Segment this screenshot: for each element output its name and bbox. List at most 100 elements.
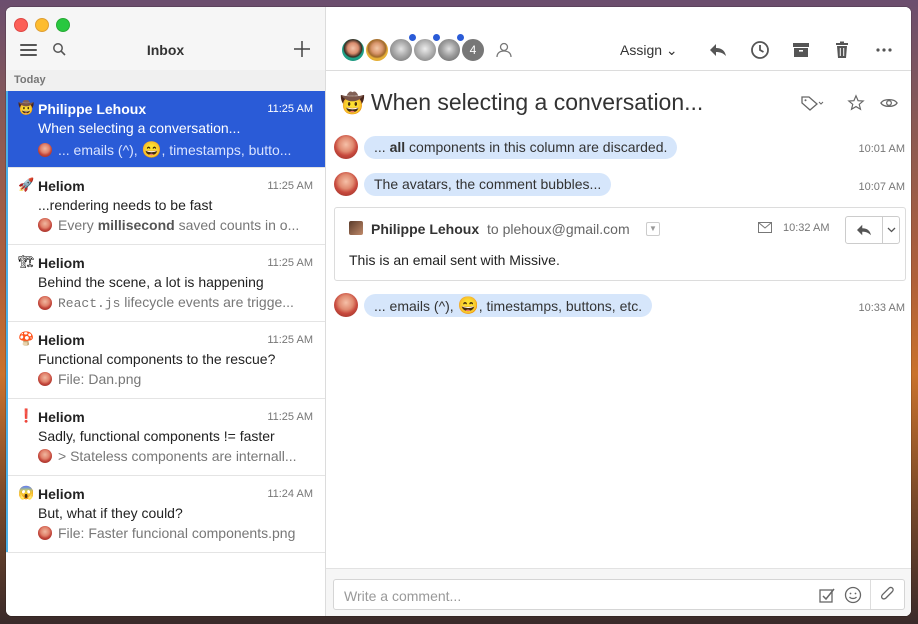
emoji-picker-icon[interactable] [844,586,862,604]
participant-avatar[interactable] [388,37,414,63]
conversation-emoji-icon: 🏗 [18,254,35,269]
preview-text: , timestamps, butto... [161,142,292,158]
comment-bubble: ... all components in this column are di… [364,136,678,159]
comment-text: ... [374,139,390,155]
minimize-window-button[interactable] [35,18,49,32]
snooze-clock-icon[interactable] [750,40,770,60]
conversation-preview: ... emails (^), 😄, timestamps, butto... [38,140,316,160]
participant-avatar[interactable] [436,37,462,63]
reply-icon[interactable] [708,40,728,60]
comment-text: ... emails (^), [374,298,458,314]
conversation-subject: When selecting a conversation... [38,120,241,136]
comment-text: The avatars, the comment bubbles... [374,176,602,192]
conversation-emoji-icon: 😱 [18,485,35,500]
conversation-item[interactable]: 🏗 Heliom 11:25 AM Behind the scene, a lo… [6,245,325,322]
participant-avatar[interactable] [364,37,390,63]
conversation-preview: File: Faster funcional components.png [38,525,316,541]
participant-avatar[interactable]: 4 [460,37,486,63]
reply-icon [857,224,871,236]
conversation-item[interactable]: 🚀 Heliom 11:25 AM ...rendering needs to … [6,168,325,245]
close-window-button[interactable] [14,18,28,32]
conversation-sender: Philippe Lehoux [38,101,147,117]
conversation-item[interactable]: 🍄 Heliom 11:25 AM Functional components … [6,322,325,399]
conversation-list-pane: Inbox Today 🤠 Philippe Lehoux 11:25 AM W… [6,7,326,616]
preview-text: Every [58,217,98,233]
trash-icon[interactable] [832,40,852,60]
conversation-sender: Heliom [38,409,85,425]
preview-text: File: Dan.png [58,371,142,387]
divider [870,580,871,609]
comment-composer [326,568,911,616]
avatar [38,526,52,540]
comment-bold-text: all [389,139,406,155]
conversation-title: 🤠 When selecting a conversation... [340,89,703,116]
assign-dropdown[interactable]: Assign ⌄ [620,42,678,59]
conversation-emoji-icon: ❗ [18,408,35,423]
conversation-item[interactable]: 😱 Heliom 11:24 AM But, what if they coul… [6,476,325,553]
conversation-preview: > Stateless components are internall... [38,448,316,464]
envelope-icon[interactable] [758,222,772,233]
comment-input[interactable] [342,585,786,607]
avatar [38,449,52,463]
comment-bubble: The avatars, the comment bubbles... [364,173,612,196]
conversation-time: 11:24 AM [267,488,313,500]
add-participant-icon[interactable] [494,40,514,60]
archive-icon[interactable] [791,40,811,60]
comment-input-box [333,579,905,610]
conversation-toolbar: 4 Assign ⌄ [326,7,911,71]
conversation-item[interactable]: ❗ Heliom 11:25 AM Sadly, functional comp… [6,399,325,476]
preview-bold-text: millisecond [97,217,175,233]
avatar [334,172,358,196]
participant-avatar[interactable] [340,37,366,63]
conversation-subject: Functional components to the rescue? [38,351,276,367]
preview-text: saved counts in o... [174,217,300,233]
conversation-item[interactable]: 🤠 Philippe Lehoux 11:25 AM When selectin… [6,91,325,168]
conversation-preview: File: Dan.png [38,371,316,387]
conversation-emoji-icon: 🚀 [18,177,35,192]
conversation-sender: Heliom [38,255,85,271]
section-label: Today [14,74,46,86]
comment-bubble: ... emails (^), 😄, timestamps, buttons, … [364,294,653,317]
star-icon[interactable] [847,94,865,112]
email-message-card[interactable]: Philippe Lehoux to plehoux@gmail.com ▼ 1… [334,207,906,281]
zoom-window-button[interactable] [56,18,70,32]
inbox-title: Inbox [146,42,185,58]
conversation-subject: But, what if they could? [38,505,183,521]
label-tag-icon[interactable] [800,94,824,112]
conversation-title-text: When selecting a conversation... [370,89,704,115]
conversation-preview: React.js lifecycle events are trigge... [38,294,316,311]
email-sender: Philippe Lehoux [371,221,480,237]
chevron-down-icon[interactable]: ▼ [646,222,660,236]
conversation-time: 11:25 AM [267,334,313,346]
preview-text: ... emails (^), [58,142,138,158]
avatar [334,135,358,159]
preview-code-text: React.js [58,296,121,311]
email-reply-button[interactable] [845,216,900,244]
avatar [38,143,52,157]
conversation-time: 11:25 AM [267,180,313,192]
participant-avatar[interactable] [412,37,438,63]
conversation-subject: Behind the scene, a lot is happening [38,274,264,290]
email-time: 10:32 AM [783,222,830,234]
conversation-time: 11:25 AM [267,257,313,269]
email-body: This is an email sent with Missive. [349,252,560,268]
section-header: Today [6,70,325,92]
grin-emoji-icon: 😄 [457,296,479,315]
attachment-paperclip-icon[interactable] [879,586,897,604]
preview-text: > Stateless components are internall... [58,448,297,464]
avatar [38,218,52,232]
more-options-icon[interactable] [874,40,894,60]
sidebar-header: Inbox [6,7,325,71]
conversation-pane: 4 Assign ⌄ 🤠 When selecting a conversatio… [326,7,911,616]
conversation-sender: Heliom [38,486,85,502]
conversation-sender: Heliom [38,332,85,348]
eye-icon[interactable] [880,94,898,112]
conversation-time: 11:25 AM [267,411,313,423]
conversation-subject: ...rendering needs to be fast [38,197,213,213]
compose-icon[interactable] [293,40,311,58]
message-time: 10:07 AM [858,181,905,193]
list-accent-bar [6,91,8,552]
conversation-list: 🤠 Philippe Lehoux 11:25 AM When selectin… [6,91,325,553]
task-checkbox-icon[interactable] [818,586,836,604]
conversation-emoji-icon: 🤠 [18,100,35,115]
